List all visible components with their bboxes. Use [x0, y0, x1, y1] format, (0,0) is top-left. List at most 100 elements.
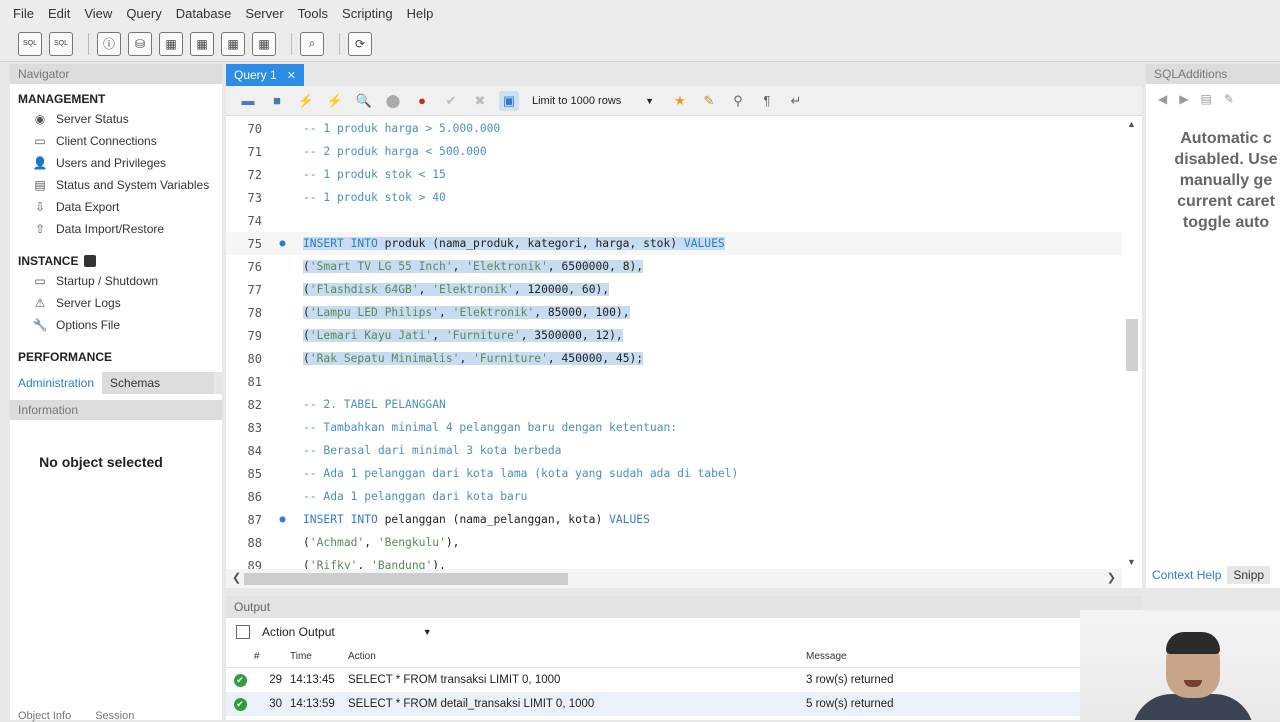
scroll-down-icon[interactable]: ▼ — [1127, 557, 1136, 567]
nav-item-data-export[interactable]: ⇩ Data Export — [10, 196, 222, 218]
nav-item-data-import-restore[interactable]: ⇧ Data Import/Restore — [10, 218, 222, 240]
code-line[interactable]: 81 — [226, 370, 1122, 393]
row-time: 14:13:59 — [290, 698, 335, 710]
new-sql-tab-icon[interactable]: SQL — [18, 31, 42, 56]
code-line[interactable]: 75 ● INSERT INTO produk (nama_produk, kate… — [226, 232, 1122, 255]
code-line[interactable]: 78 ('Lampu LED Philips', 'Elektronik', 85… — [226, 301, 1122, 324]
save-icon[interactable]: ■ — [267, 91, 287, 111]
tab-session[interactable]: Session — [95, 710, 134, 722]
code-line[interactable]: 72 -- 1 produk stok < 15 — [226, 163, 1122, 186]
create-view-icon[interactable]: ▦ — [190, 31, 214, 56]
nav-item-server-status[interactable]: ◉ Server Status — [10, 108, 222, 130]
execute-current-icon[interactable]: ⚡ — [325, 91, 345, 111]
vertical-scrollbar[interactable]: ▲ ▼ — [1122, 117, 1142, 569]
horizontal-scroll-thumb[interactable] — [244, 573, 568, 585]
vertical-scroll-thumb[interactable] — [1126, 319, 1138, 371]
horizontal-scrollbar[interactable]: ❮ ❯ — [226, 569, 1122, 588]
auto-help-icon[interactable]: ✎ — [1224, 92, 1234, 106]
invisible-chars-icon[interactable]: ¶ — [757, 91, 777, 111]
toolbar-separator — [88, 32, 89, 55]
code-line[interactable]: 85 -- Ada 1 pelanggan dari kota lama (kot… — [226, 462, 1122, 485]
tab-schemas[interactable]: Schemas — [102, 372, 215, 394]
code-area[interactable]: 70 -- 1 produk harga > 5.000.000 71 -- 2 pr… — [226, 117, 1122, 569]
search-table-data-icon[interactable]: ⌕ — [300, 31, 324, 56]
close-tab-icon[interactable]: ✕ — [287, 69, 296, 82]
limit-rows-select[interactable]: Limit to 1000 rows ▼ — [528, 91, 658, 111]
tab-administration[interactable]: Administration — [10, 372, 103, 394]
menu-server[interactable]: Server — [245, 6, 283, 21]
explain-icon[interactable]: 🔍 — [354, 91, 374, 111]
code-line[interactable]: 73 -- 1 produk stok > 40 — [226, 186, 1122, 209]
beautify-icon[interactable]: ✎ — [699, 91, 719, 111]
create-table-icon[interactable]: ▦ — [159, 31, 183, 56]
autocommit-icon[interactable]: ▣ — [499, 90, 519, 111]
code-line[interactable]: 76 ('Smart TV LG 55 Inch', 'Elektronik', … — [226, 255, 1122, 278]
scroll-right-icon[interactable]: ❯ — [1107, 571, 1116, 584]
code-line[interactable]: 71 -- 2 produk harga < 500.000 — [226, 140, 1122, 163]
menu-help[interactable]: Help — [407, 6, 434, 21]
line-number: 82 — [247, 397, 262, 412]
line-number: 83 — [247, 420, 262, 435]
menu-file[interactable]: File — [13, 6, 34, 21]
menu-edit[interactable]: Edit — [48, 6, 70, 21]
open-sql-script-icon[interactable]: SQL — [49, 31, 73, 56]
tab-context-help[interactable]: Context Help — [1146, 566, 1227, 584]
nav-item-options-file[interactable]: 🔧 Options File — [10, 314, 222, 336]
nav-item-status-and-system-variables[interactable]: ▤ Status and System Variables — [10, 174, 222, 196]
output-type-select[interactable]: Action Output ▼ — [226, 618, 1142, 646]
scroll-up-icon[interactable]: ▲ — [1127, 119, 1136, 129]
manual-help-icon[interactable]: ▤ — [1200, 92, 1211, 106]
inspector-icon[interactable]: ⓘ — [97, 31, 121, 56]
query-tab-label: Query 1 — [234, 68, 277, 82]
sql-additions-tabs: Context Help Snipp — [1146, 566, 1271, 584]
stop-icon[interactable]: ⬤ — [383, 91, 403, 111]
scroll-left-icon[interactable]: ❮ — [232, 571, 241, 584]
code-line[interactable]: 80 ('Rak Sepatu Minimalis', 'Furniture', … — [226, 347, 1122, 370]
code-line[interactable]: 79 ('Lemari Kayu Jati', 'Furniture', 3500… — [226, 324, 1122, 347]
menu-scripting[interactable]: Scripting — [342, 6, 393, 21]
forward-icon[interactable]: ▶ — [1179, 92, 1188, 106]
instance-state-icon — [84, 255, 97, 267]
code-line[interactable]: 88 ('Achmad', 'Bengkulu'), — [226, 531, 1122, 554]
tab-object-info[interactable]: Object Info — [18, 710, 71, 722]
commit-icon[interactable]: ✔ — [441, 91, 461, 111]
rollback-icon[interactable]: ✖ — [470, 91, 490, 111]
line-number: 71 — [247, 144, 262, 159]
code-line[interactable]: 82 -- 2. TABEL PELANGGAN — [226, 393, 1122, 416]
tab-snippets[interactable]: Snipp — [1227, 566, 1271, 584]
output-row[interactable]: ✔ 30 14:13:59 SELECT * FROM detail_transaks… — [226, 692, 1142, 716]
nav-item-startup-shutdown[interactable]: ▭ Startup / Shutdown — [10, 270, 222, 292]
menu-database[interactable]: Database — [176, 6, 232, 21]
find-icon[interactable]: ⚲ — [728, 91, 748, 111]
menu-view[interactable]: View — [84, 6, 112, 21]
sql-additions-header: SQLAdditions — [1146, 64, 1280, 84]
create-procedure-icon[interactable]: ▦ — [221, 31, 245, 56]
create-schema-icon[interactable]: ⛁ — [128, 31, 152, 56]
menu-tools[interactable]: Tools — [298, 6, 328, 21]
reconnect-icon[interactable]: ⟳ — [348, 31, 372, 56]
toggle-error-icon[interactable]: ● — [412, 91, 432, 111]
menu-query[interactable]: Query — [126, 6, 161, 21]
execute-icon[interactable]: ⚡ — [296, 91, 316, 111]
user-icon: 👤 — [32, 156, 48, 170]
code-line[interactable]: 74 — [226, 209, 1122, 232]
nav-item-users-and-privileges[interactable]: 👤 Users and Privileges — [10, 152, 222, 174]
bookmark-star-icon[interactable]: ★ — [670, 91, 690, 111]
open-file-icon[interactable]: ▬ — [238, 91, 258, 111]
word-wrap-icon[interactable]: ↵ — [786, 91, 806, 111]
code-line[interactable]: 77 ('Flashdisk 64GB', 'Elektronik', 12000… — [226, 278, 1122, 301]
create-function-icon[interactable]: ▦ — [252, 31, 276, 56]
back-icon[interactable]: ◀ — [1158, 92, 1167, 106]
code-line[interactable]: 84 -- Berasal dari minimal 3 kota berbeda — [226, 439, 1122, 462]
tab-query-1[interactable]: Query 1 ✕ — [226, 64, 304, 86]
nav-item-client-connections[interactable]: ▭ Client Connections — [10, 130, 222, 152]
line-number: 72 — [247, 167, 262, 182]
output-row[interactable]: ✔ 29 14:13:45 SELECT * FROM transaksi LIMIT… — [226, 668, 1142, 692]
code-line[interactable]: 70 -- 1 produk harga > 5.000.000 — [226, 117, 1122, 140]
code-line[interactable]: 83 -- Tambahkan minimal 4 pelanggan baru … — [226, 416, 1122, 439]
code-line[interactable]: 87 ● INSERT INTO pelanggan (nama_pelanggan… — [226, 508, 1122, 531]
code-line[interactable]: 89 ('Rifky', 'Bandung'), — [226, 554, 1122, 570]
limit-rows-label: Limit to 1000 rows — [532, 94, 622, 107]
code-line[interactable]: 86 -- Ada 1 pelanggan dari kota baru — [226, 485, 1122, 508]
nav-item-server-logs[interactable]: ⚠ Server Logs — [10, 292, 222, 314]
